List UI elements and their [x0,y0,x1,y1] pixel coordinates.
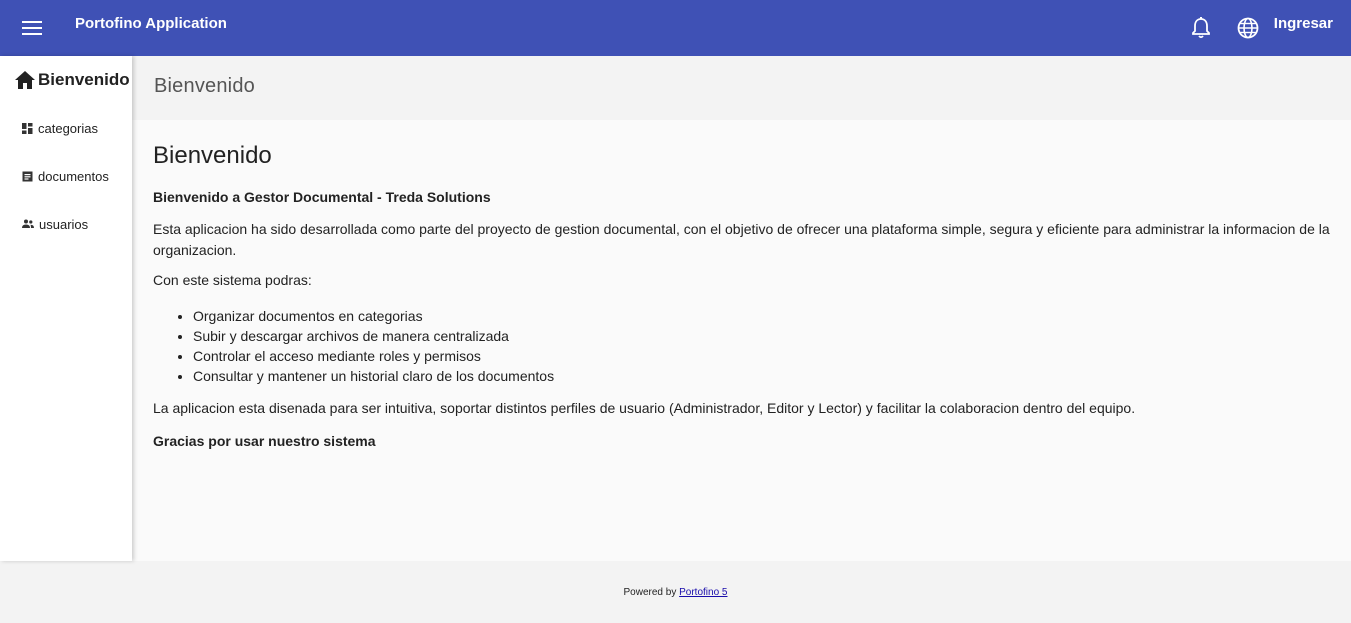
welcome-subtitle: Bienvenido a Gestor Documental - Treda S… [153,189,491,205]
footer-prefix: Powered by [623,587,677,598]
home-icon [15,71,35,89]
list-item: Subir y descargar archivos de manera cen… [193,326,554,346]
description-paragraph: La aplicacion esta disenada para ser int… [153,400,1136,416]
top-toolbar: Portofino Application Ingresar [0,0,1351,56]
sidebar-item-label: documentos [38,168,109,184]
sidebar-header-label: Bienvenido [38,70,130,89]
login-button[interactable]: Ingresar [1274,15,1333,33]
sidebar-header-bienvenido[interactable]: Bienvenido [14,70,130,90]
sidebar-item-usuarios[interactable]: usuarios [22,214,88,234]
page-title: Bienvenido [154,75,255,97]
content-header: Bienvenido [132,56,1351,120]
footer: Powered by Portofino 5 [0,561,1351,623]
features-list: Organizar documentos en categorias Subir… [193,306,554,386]
sidebar-item-label: categorias [38,120,98,136]
list-item: Consultar y mantener un historial claro … [193,366,554,386]
app-title: Portofino Application [75,15,227,32]
portofino-link[interactable]: Portofino 5 [679,587,727,598]
sidebar-item-label: usuarios [39,216,89,232]
dashboard-icon [22,122,33,134]
thanks-text: Gracias por usar nuestro sistema [153,433,376,449]
people-icon [22,219,34,228]
main-content: Bienvenido Bienvenido a Gestor Documenta… [132,120,1351,561]
sidebar-item-categorias[interactable]: categorias [22,118,98,138]
notifications-button[interactable] [1185,12,1217,44]
sidebar: Bienvenido categorias documentos usuario… [0,56,132,561]
bell-icon [1192,17,1210,39]
menu-button[interactable] [14,10,50,46]
document-icon [22,171,33,181]
list-item: Organizar documentos en categorias [193,306,554,326]
welcome-heading: Bienvenido [153,142,272,169]
globe-icon [1237,17,1259,39]
features-intro: Con este sistema podras: [153,272,312,288]
sidebar-item-documentos[interactable]: documentos [22,166,109,186]
intro-paragraph: Esta aplicacion ha sido desarrollada com… [153,221,1330,258]
language-button[interactable] [1232,12,1264,44]
menu-icon [22,21,42,35]
list-item: Controlar el acceso mediante roles y per… [193,346,554,366]
